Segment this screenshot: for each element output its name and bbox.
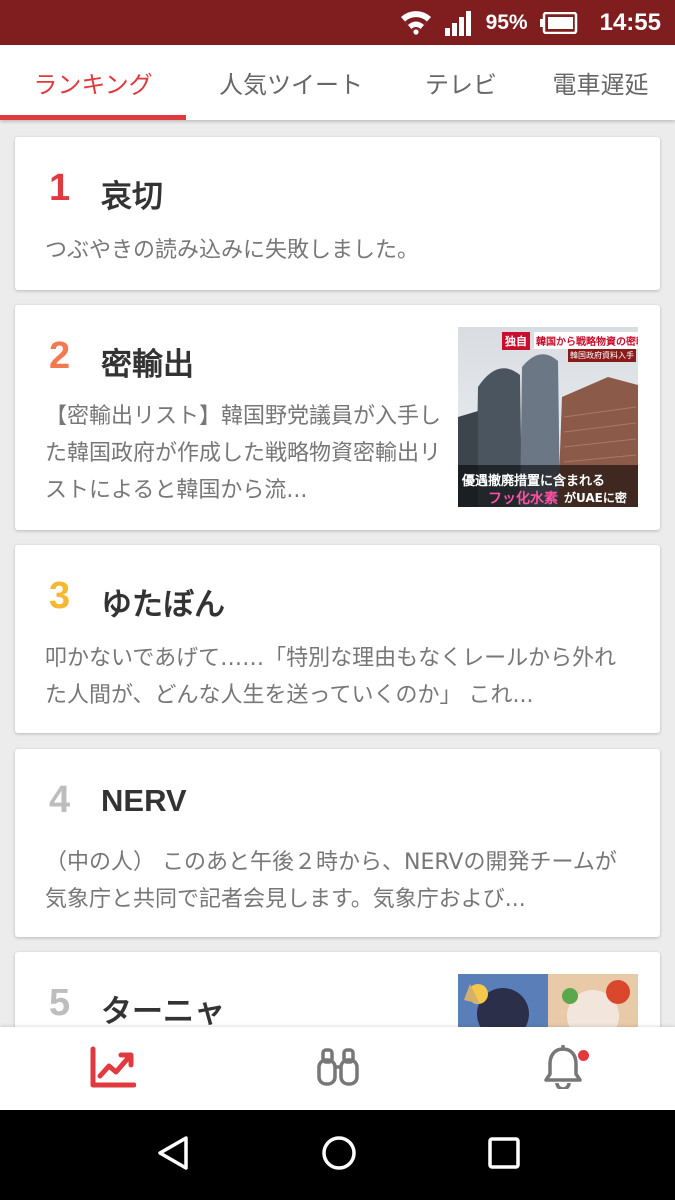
trend-title: 哀切: [101, 179, 163, 215]
tab-tv[interactable]: テレビ: [396, 45, 526, 120]
rank-number: 2: [49, 335, 71, 377]
tab-bar: ランキング 人気ツイート テレビ 電車遅延: [0, 45, 675, 120]
status-time: 14:55: [599, 8, 661, 36]
system-nav-bar: [0, 1110, 675, 1200]
ranking-card[interactable]: 5 ターニャ: [15, 952, 660, 1027]
bottom-nav: [0, 1027, 675, 1110]
trending-chart-icon: [90, 1046, 136, 1092]
trend-title: 密輸出: [101, 347, 194, 383]
ranking-card[interactable]: 4 NERV （中の人） このあと午後２時から、NERVの開発チームが気象庁と共…: [15, 749, 660, 937]
bell-icon: [542, 1043, 584, 1093]
rank-number: 5: [49, 982, 71, 1024]
trend-title: NERV: [101, 783, 187, 818]
thumb-caption: 優遇撤廃措置に含まれる: [462, 474, 606, 489]
thumb-sub: 韓国政府資料入手: [568, 349, 636, 362]
signal-icon: [444, 10, 474, 36]
ranking-card[interactable]: 3 ゆたぼん 叩かないであげて……「特別な理由もなくレールから外れた人間が、どん…: [15, 545, 660, 733]
back-icon[interactable]: [155, 1134, 191, 1176]
tab-popular-tweets[interactable]: 人気ツイート: [186, 45, 396, 120]
recents-icon[interactable]: [487, 1136, 521, 1174]
trend-snippet: つぶやきの読み込みに失敗しました。: [45, 238, 420, 263]
battery-icon: [539, 11, 578, 34]
tab-train-delay[interactable]: 電車遅延: [526, 45, 675, 120]
ranking-list: 1 哀切 つぶやきの読み込みに失敗しました。 2 密輸出 【密輸出リスト】韓国野…: [0, 120, 675, 1027]
nav-notifications-button[interactable]: [523, 1034, 603, 1104]
nav-explore-button[interactable]: [298, 1034, 378, 1104]
rank-number: 3: [49, 575, 71, 617]
tab-ranking[interactable]: ランキング: [0, 45, 186, 120]
news-thumbnail: 独自 韓国から戦略物資の密輸出 韓国政府資料入手 優遇撤廃措置に含まれる フッ化…: [458, 327, 638, 507]
nav-ranking-button[interactable]: [73, 1034, 153, 1104]
trend-snippet: 【密輸出リスト】韓国野党議員が入手した韓国政府が作成した戦略物資密輸出リストによ…: [45, 404, 442, 503]
trend-snippet: （中の人） このあと午後２時から、NERVの開発チームが気象庁と共同で記者会見し…: [45, 850, 617, 912]
trend-snippet: 叩かないであげて……「特別な理由もなくレールから外れた人間が、どんな人生を送って…: [45, 646, 617, 708]
ranking-card[interactable]: 2 密輸出 【密輸出リスト】韓国野党議員が入手した韓国政府が作成した戦略物資密輸…: [15, 305, 660, 530]
thumb-caption-rest: がUAEに密: [564, 491, 627, 505]
ranking-card[interactable]: 1 哀切 つぶやきの読み込みに失敗しました。: [15, 137, 660, 290]
wifi-icon: [400, 10, 432, 36]
thumb-tag: 独自: [502, 332, 530, 350]
notification-badge: [577, 1049, 589, 1061]
rank-number: 4: [49, 779, 71, 821]
battery-percent: 95%: [485, 10, 528, 34]
trend-title: ターニャ: [101, 994, 225, 1027]
home-icon[interactable]: [320, 1134, 358, 1176]
binoculars-icon: [316, 1047, 360, 1091]
trend-title: ゆたぼん: [101, 587, 225, 623]
rank-number: 1: [49, 167, 71, 209]
thumb-headline: 韓国から戦略物資の密輸出: [534, 332, 638, 349]
news-thumbnail: [458, 974, 638, 1027]
status-bar: 95% 14:55: [0, 0, 675, 45]
thumb-caption-highlight: フッ化水素: [488, 491, 558, 507]
